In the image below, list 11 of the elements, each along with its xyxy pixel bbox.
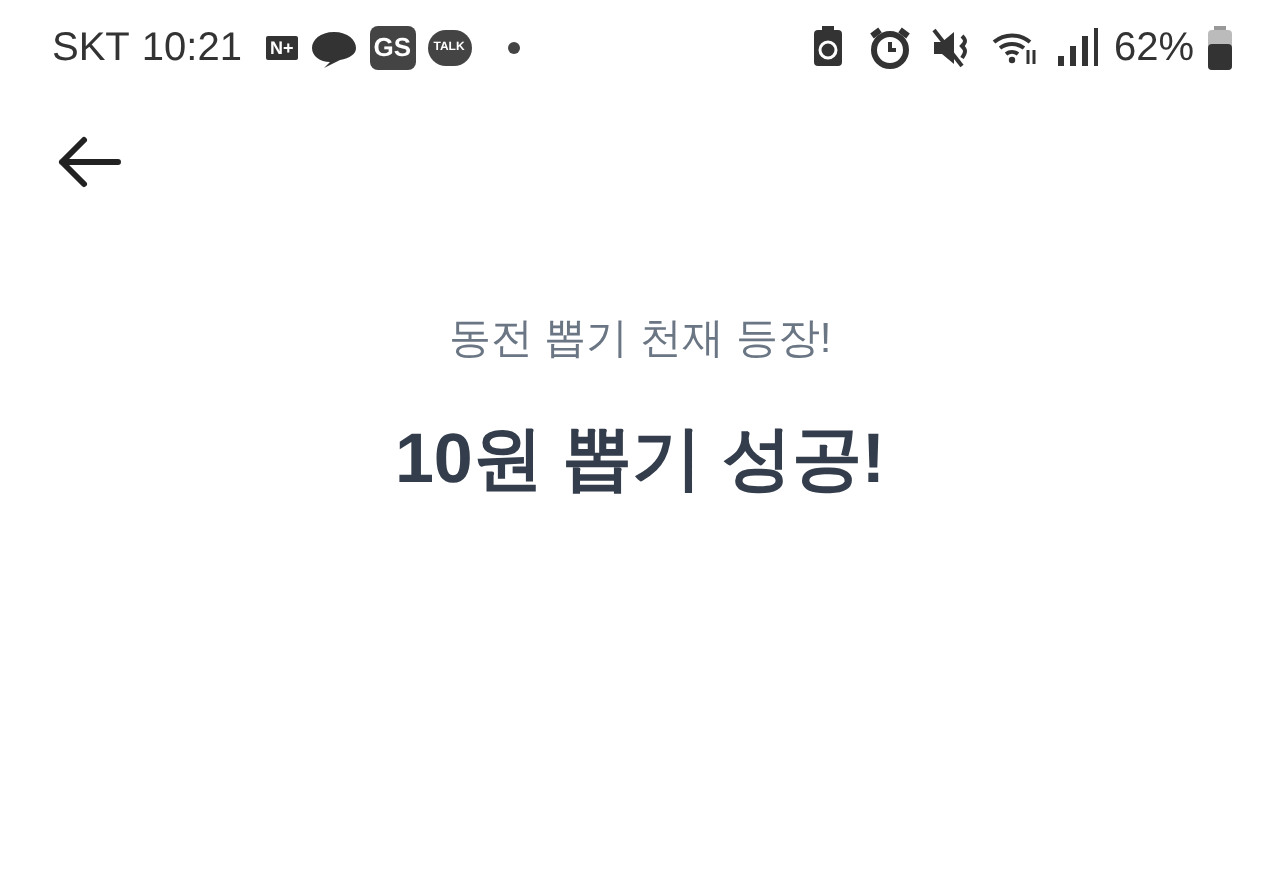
carrier-text: SKT	[52, 24, 130, 74]
time-text: 10:21	[141, 24, 242, 74]
notification-icon: GS	[369, 26, 416, 70]
title: 10원 뽑기 성공!	[394, 417, 886, 501]
alarm-clock-icon	[865, 24, 914, 72]
battery-icon	[1208, 26, 1232, 70]
notification-icon: N+	[265, 36, 298, 60]
battery-percent: 62%	[1113, 24, 1194, 74]
subtitle: 동전 뽑기 천재 등장!	[448, 314, 832, 366]
back-arrow-icon	[54, 134, 122, 190]
speech-bubble-icon	[309, 28, 358, 68]
